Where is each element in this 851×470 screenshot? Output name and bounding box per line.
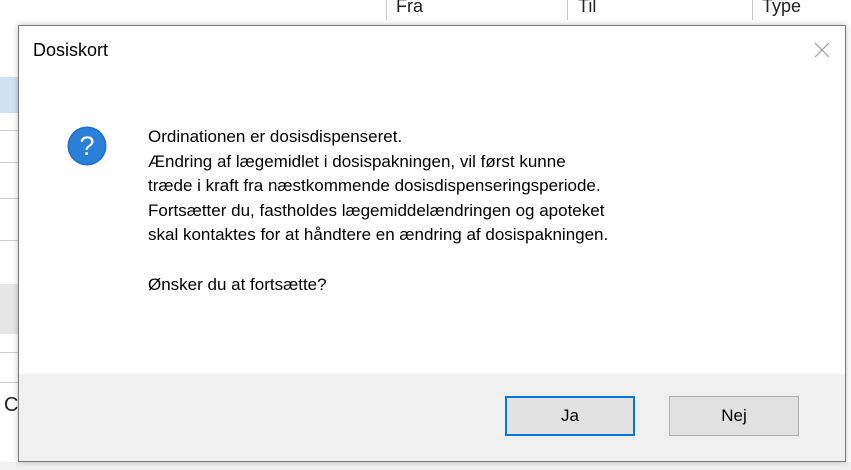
column-header-til: Til bbox=[578, 0, 597, 16]
dosiskort-dialog: Dosiskort ? Ordinationen er dosisdispens… bbox=[18, 25, 846, 462]
message-line: Ordinationen er dosisdispenseret. bbox=[148, 127, 403, 146]
message-line: skal kontaktes for at håndtere en ændrin… bbox=[148, 225, 609, 245]
dialog-footer: Ja Nej bbox=[19, 374, 845, 461]
column-separator bbox=[567, 0, 568, 20]
dialog-titlebar[interactable]: Dosiskort bbox=[19, 26, 845, 78]
dialog-content: ? Ordinationen er dosisdispenseret. Ændr… bbox=[19, 78, 845, 374]
no-button[interactable]: Nej bbox=[669, 396, 799, 436]
close-icon bbox=[814, 42, 830, 58]
column-header-fra: Fra bbox=[396, 0, 423, 16]
background-table-header: Fra Til Type bbox=[0, 0, 851, 22]
background-text-fragment: C bbox=[4, 394, 19, 416]
message-line: træde i kraft fra næstkommende dosisdisp… bbox=[148, 176, 601, 196]
dialog-title: Dosiskort bbox=[33, 40, 109, 60]
dialog-message: Ordinationen er dosisdispenseret. Ændrin… bbox=[148, 125, 828, 297]
close-button[interactable] bbox=[799, 26, 845, 74]
message-line: Fortsætter du, fastholdes lægemiddelændr… bbox=[148, 200, 605, 220]
column-header-type: Type bbox=[762, 0, 802, 16]
column-separator bbox=[752, 0, 753, 20]
background-bottom-bar bbox=[0, 462, 851, 470]
column-separator bbox=[386, 0, 387, 20]
message-spacer bbox=[148, 248, 828, 273]
question-icon: ? bbox=[67, 126, 107, 166]
message-line: Ændring af lægemidlet i dosispakningen, … bbox=[148, 151, 566, 171]
yes-button[interactable]: Ja bbox=[505, 396, 635, 436]
svg-text:?: ? bbox=[79, 131, 94, 161]
message-question: Ønsker du at fortsætte? bbox=[148, 274, 327, 294]
